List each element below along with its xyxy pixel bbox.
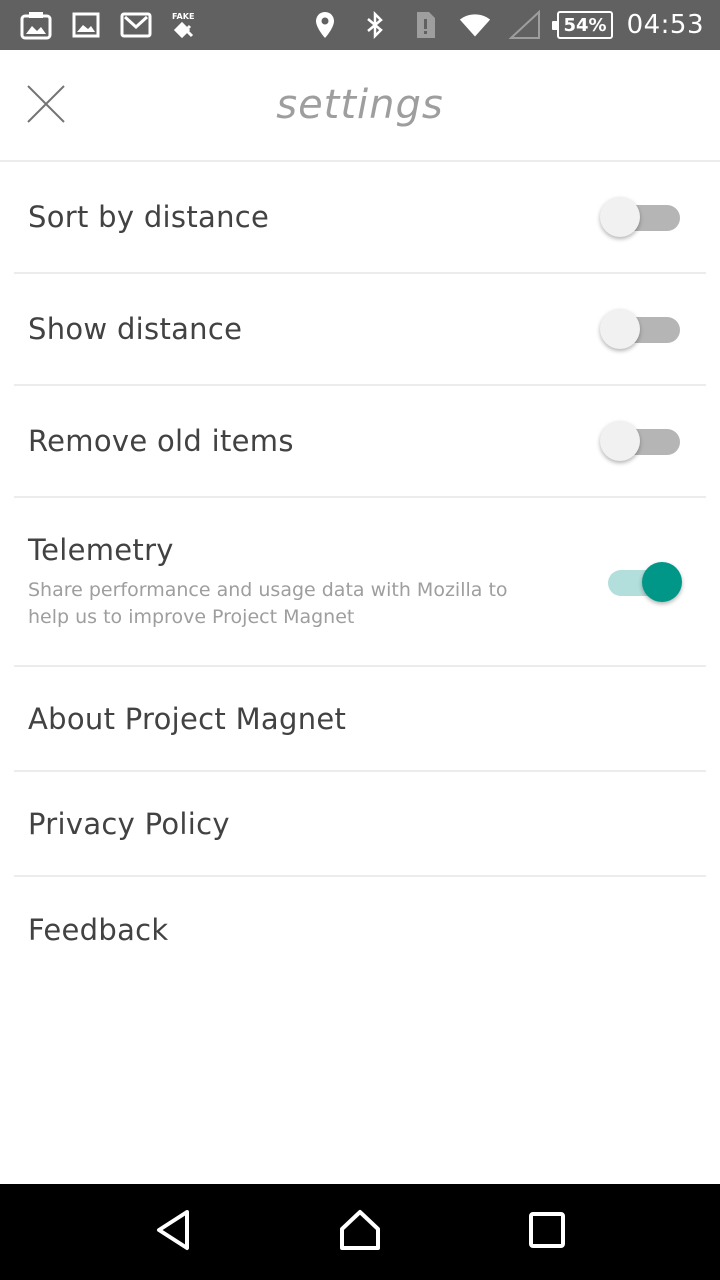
toggle-thumb [600, 421, 640, 461]
home-icon [338, 1209, 382, 1255]
status-bar: FAKE 54% 04:53 [0, 0, 720, 50]
setting-description: Share performance and usage data with Mo… [28, 578, 508, 628]
home-button[interactable] [330, 1202, 390, 1262]
setting-telemetry[interactable]: Telemetry Share performance and usage da… [14, 498, 706, 667]
setting-remove-old-items[interactable]: Remove old items [14, 386, 706, 498]
settings-list: Sort by distance Show distance Remove ol… [14, 162, 706, 982]
recents-square-icon [528, 1211, 566, 1253]
about-link[interactable]: About Project Magnet [14, 667, 706, 772]
back-triangle-icon [153, 1208, 193, 1256]
page-title: settings [276, 82, 444, 128]
battery-indicator: 54% [552, 11, 613, 39]
telemetry-toggle[interactable] [604, 560, 682, 604]
setting-label: Show distance [28, 312, 243, 346]
location-icon [307, 10, 343, 40]
toggle-thumb [600, 309, 640, 349]
signal-icon [507, 10, 543, 40]
clock: 04:53 [626, 10, 704, 40]
wifi-icon [457, 10, 493, 40]
about-label: About Project Magnet [28, 701, 347, 736]
show-distance-toggle[interactable] [600, 307, 682, 351]
setting-label: Telemetry [28, 532, 174, 567]
bluetooth-icon [357, 10, 393, 40]
image-icon [68, 10, 104, 40]
remove-old-items-toggle[interactable] [600, 419, 682, 463]
close-icon [26, 84, 66, 128]
svg-text:FAKE: FAKE [172, 12, 194, 21]
feedback-label: Feedback [28, 912, 169, 947]
fake-gps-icon: FAKE [168, 10, 204, 40]
back-button[interactable] [143, 1202, 203, 1262]
recents-button[interactable] [517, 1202, 577, 1262]
toggle-thumb [642, 562, 682, 602]
setting-sort-by-distance[interactable]: Sort by distance [14, 162, 706, 274]
sort-by-distance-toggle[interactable] [600, 195, 682, 239]
app-header: settings [0, 50, 720, 162]
setting-label: Sort by distance [28, 200, 270, 234]
gmail-icon [118, 10, 154, 40]
toggle-thumb [600, 197, 640, 237]
setting-label: Remove old items [28, 424, 294, 458]
setting-show-distance[interactable]: Show distance [14, 274, 706, 386]
close-button[interactable] [24, 84, 68, 128]
privacy-policy-label: Privacy Policy [28, 806, 230, 841]
sim-alert-icon [407, 10, 443, 40]
feedback-link[interactable]: Feedback [14, 877, 706, 982]
photo-notification-icon [18, 10, 54, 40]
privacy-policy-link[interactable]: Privacy Policy [14, 772, 706, 877]
navigation-bar [0, 1184, 720, 1280]
